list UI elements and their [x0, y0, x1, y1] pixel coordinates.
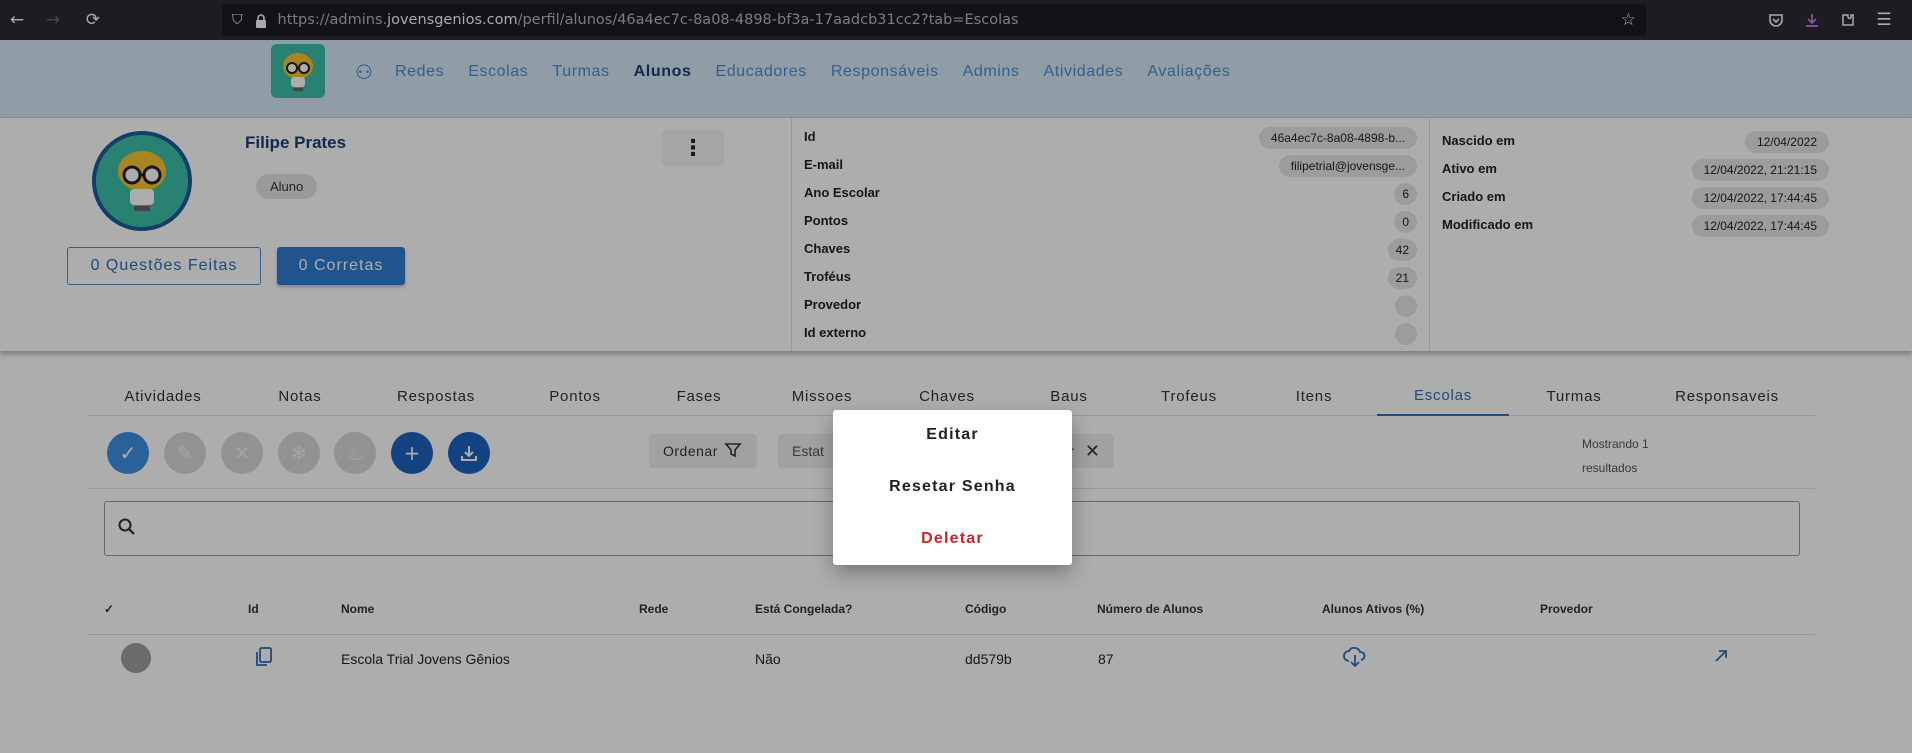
reset-password-menu-item[interactable]: Resetar Senha — [833, 478, 1072, 496]
edit-menu-item[interactable]: Editar — [833, 426, 1072, 444]
modal-backdrop[interactable] — [0, 0, 1912, 753]
profile-actions-menu: Editar Resetar Senha Deletar — [833, 410, 1072, 565]
delete-menu-item[interactable]: Deletar — [833, 530, 1072, 548]
